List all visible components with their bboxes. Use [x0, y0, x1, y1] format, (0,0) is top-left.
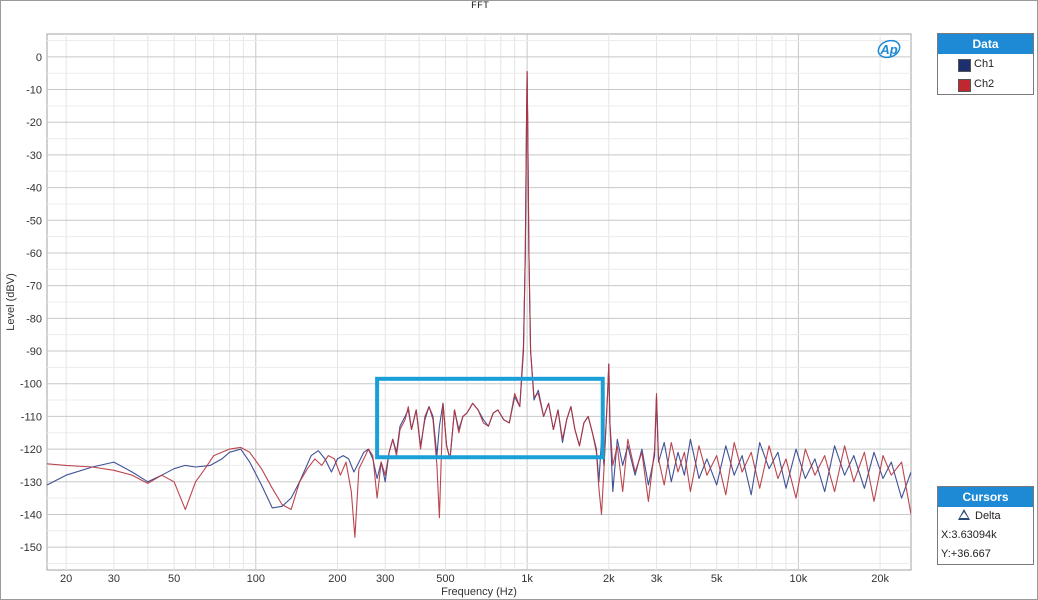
legend-label-ch1: Ch1	[974, 58, 995, 70]
cursor-x-readout: X:3.63094k	[941, 529, 997, 541]
legend-item-ch2[interactable]: Ch2	[938, 74, 1033, 94]
y-tick-label: -130	[20, 477, 42, 489]
y-tick-label: 0	[36, 52, 42, 64]
y-tick-label: -140	[20, 509, 42, 521]
x-tick-label: 20	[60, 573, 72, 585]
x-tick-label: 30	[108, 573, 120, 585]
x-tick-label: 50	[168, 573, 180, 585]
y-tick-label: -40	[26, 183, 42, 195]
ch1-swatch	[958, 59, 971, 72]
y-tick-label: -150	[20, 542, 42, 554]
x-tick-label: 200	[328, 573, 346, 585]
y-tick-label: -70	[26, 281, 42, 293]
fft-chart[interactable]: 0 -10 -20 -30 -40 -50 -60 -70 -80 -90 -100 -110 -120…	[0, 0, 1038, 600]
y-tick-label: -90	[26, 346, 42, 358]
logo-text: Ap	[879, 42, 897, 57]
x-tick-label: 1k	[521, 573, 533, 585]
x-tick-labels: 20 30 50 100 200 300 500 1k 2k 3k 5k 10k 20k	[60, 573, 889, 585]
y-tick-label: -110	[21, 411, 42, 423]
y-tick-label: -60	[26, 248, 42, 260]
y-tick-label: -30	[26, 150, 42, 162]
x-tick-label: 300	[376, 573, 394, 585]
cursor-mode[interactable]: Delta	[938, 507, 1033, 526]
ch2-swatch	[958, 79, 971, 92]
legend-item-ch1[interactable]: Ch1	[938, 54, 1033, 74]
legend-label-ch2: Ch2	[974, 78, 995, 90]
legend-header: Data	[938, 34, 1033, 54]
x-tick-label: 100	[247, 573, 265, 585]
cursor-y-readout: Y:+36.667	[941, 548, 991, 560]
cursors-panel: Cursors Delta X:3.63094k Y:+36.667	[937, 486, 1034, 565]
y-tick-label: -20	[26, 117, 42, 129]
x-axis-label: Frequency (Hz)	[441, 586, 517, 598]
y-tick-label: -80	[26, 313, 42, 325]
x-tick-label: 500	[436, 573, 454, 585]
x-tick-label: 5k	[711, 573, 723, 585]
x-tick-label: 2k	[603, 573, 615, 585]
y-tick-label: -120	[20, 444, 42, 456]
cursor-mode-label: Delta	[975, 510, 1001, 522]
y-tick-label: -100	[20, 379, 42, 391]
legend-panel: Data Ch1 Ch2	[937, 33, 1034, 95]
x-tick-label: 20k	[871, 573, 889, 585]
y-tick-label: -50	[26, 215, 42, 227]
x-tick-label: 3k	[651, 573, 663, 585]
y-tick-labels: 0 -10 -20 -30 -40 -50 -60 -70 -80 -90 -100 -110 -120…	[20, 52, 42, 554]
y-axis-label: Level (dBV)	[5, 273, 17, 330]
cursors-header: Cursors	[938, 487, 1033, 507]
delta-icon	[958, 509, 970, 520]
y-tick-label: -10	[26, 85, 42, 97]
x-tick-label: 10k	[790, 573, 808, 585]
